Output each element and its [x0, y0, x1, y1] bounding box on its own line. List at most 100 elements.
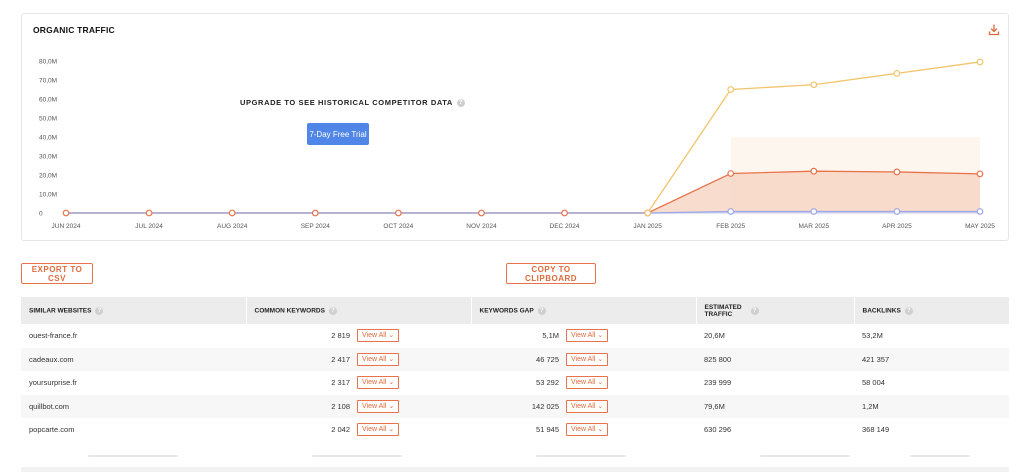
- scroll-indicator: [760, 455, 850, 457]
- view-all-label: View All: [362, 402, 387, 410]
- estimated-traffic-cell: 825 800: [696, 347, 854, 371]
- data-point: [311, 209, 319, 217]
- site-name[interactable]: ouest-france.fr: [21, 324, 246, 348]
- header-backlinks[interactable]: BACKLINKS?: [854, 297, 1010, 324]
- chevron-down-icon: ⌄: [597, 355, 604, 363]
- info-icon[interactable]: ?: [750, 306, 759, 315]
- backlinks-cell: 58 004: [862, 378, 885, 388]
- free-trial-button[interactable]: 7-Day Free Trial: [307, 123, 369, 145]
- table-row: yoursurprise.fr 2 317 View All ⌄ 53 292 View…: [21, 371, 1009, 395]
- header-label: SIMILAR WEBSITES: [29, 307, 92, 315]
- backlinks-cell: 368 149: [862, 425, 890, 435]
- y-tick-label: 20,0M: [39, 173, 57, 180]
- x-tick-label: OCT 2024: [383, 223, 413, 230]
- export-csv-button[interactable]: EXPORT TO CSV: [21, 263, 93, 284]
- info-icon[interactable]: ?: [456, 99, 465, 108]
- site-name[interactable]: yoursurprise.fr: [21, 371, 246, 395]
- view-all-gap-button[interactable]: View All ⌄: [566, 423, 609, 437]
- y-tick-label: 70,0M: [39, 78, 57, 85]
- header-keywords-gap[interactable]: KEYWORDS GAP?: [471, 297, 697, 324]
- data-point: [810, 81, 818, 89]
- chevron-down-icon: ⌄: [388, 379, 395, 387]
- info-icon[interactable]: ?: [95, 306, 104, 315]
- data-point: [893, 168, 901, 176]
- backlinks-cell: 421 357: [854, 347, 1009, 371]
- header-common-keywords[interactable]: COMMON KEYWORDS?: [246, 297, 472, 324]
- chart-title: ORGANIC TRAFFIC: [33, 25, 115, 35]
- x-tick-label: JUN 2024: [52, 223, 81, 230]
- data-point: [976, 170, 984, 178]
- x-tick-label: FEB 2025: [716, 223, 745, 230]
- common-keywords-cell: 2 417 View All ⌄: [246, 347, 471, 371]
- data-point: [228, 209, 236, 217]
- common-keywords-value: 2 819: [331, 331, 350, 341]
- data-point: [644, 209, 652, 217]
- header-similar-websites[interactable]: SIMILAR WEBSITES?: [21, 297, 247, 324]
- backlinks-cell: 53,2M: [862, 331, 883, 341]
- info-icon[interactable]: ?: [537, 306, 546, 315]
- header-label: ESTIMATED TRAFFIC: [704, 303, 742, 318]
- upgrade-notice: UPGRADE TO SEE HISTORICAL COMPETITOR DAT…: [240, 98, 465, 108]
- chevron-down-icon: ⌄: [597, 402, 604, 410]
- view-all-label: View All: [571, 355, 596, 363]
- y-tick-label: 80,0M: [39, 59, 57, 66]
- organic-traffic-card: 0 10,0M 20,0M 30,0M 40,0M 50,0M 60,0M 70,0M 80,0…: [21, 13, 1009, 241]
- keywords-gap-cell: 142 025 View All ⌄: [471, 394, 696, 418]
- copy-clipboard-button[interactable]: COPY TO CLIPBOARD: [506, 263, 596, 284]
- view-all-common-button[interactable]: View All ⌄: [357, 399, 400, 413]
- site-name[interactable]: quillbot.com: [21, 394, 246, 418]
- table-header-row: SIMILAR WEBSITES? COMMON KEYWORDS? KEYWO…: [21, 297, 1010, 324]
- view-all-label: View All: [571, 379, 596, 387]
- common-keywords-cell: 2 108 View All ⌄: [246, 394, 471, 418]
- chevron-down-icon: ⌄: [388, 332, 395, 340]
- keywords-gap-cell: 5,1M View All ⌄: [471, 324, 696, 348]
- view-all-label: View All: [362, 355, 387, 363]
- download-icon[interactable]: [988, 24, 1000, 36]
- common-keywords-cell: 2 317 View All ⌄: [246, 371, 471, 395]
- site-name[interactable]: popcarte.com: [21, 418, 246, 442]
- y-tick-label: 0: [39, 211, 43, 218]
- series-area: [647, 171, 980, 213]
- scroll-indicator: [88, 455, 178, 457]
- chevron-down-icon: ⌄: [388, 426, 395, 434]
- estimated-traffic-cell: 20,6M: [704, 331, 725, 341]
- view-all-common-button[interactable]: View All ⌄: [357, 329, 400, 343]
- keywords-gap-value: 51 945: [536, 425, 559, 435]
- view-all-gap-button[interactable]: View All ⌄: [566, 399, 609, 413]
- keywords-gap-cell: 46 725 View All ⌄: [471, 347, 696, 371]
- data-point: [727, 170, 735, 177]
- header-estimated-traffic[interactable]: ESTIMATED TRAFFIC?: [696, 297, 855, 324]
- chevron-down-icon: ⌄: [597, 332, 604, 340]
- upgrade-notice-text: UPGRADE TO SEE HISTORICAL COMPETITOR DAT…: [240, 98, 453, 107]
- common-keywords-cell: 2 042 View All ⌄: [246, 418, 471, 442]
- data-point: [893, 69, 901, 77]
- view-all-common-button[interactable]: View All ⌄: [357, 352, 400, 366]
- scroll-indicator: [312, 455, 402, 457]
- view-all-label: View All: [362, 426, 387, 434]
- data-point: [976, 58, 984, 66]
- x-tick-label: JUL 2024: [135, 223, 163, 230]
- data-point: [145, 209, 153, 217]
- x-tick-label: AUG 2024: [217, 223, 248, 230]
- table-row: cadeaux.com 2 417 View All ⌄ 46 725 View All…: [21, 347, 1009, 371]
- info-icon[interactable]: ?: [904, 306, 913, 315]
- view-all-gap-button[interactable]: View All ⌄: [566, 329, 609, 343]
- view-all-label: View All: [571, 402, 596, 410]
- site-name[interactable]: cadeaux.com: [21, 347, 246, 371]
- common-keywords-value: 2 042: [331, 425, 350, 435]
- data-point: [810, 167, 818, 175]
- chevron-down-icon: ⌄: [388, 402, 395, 410]
- keywords-gap-value: 53 292: [536, 378, 559, 388]
- info-icon[interactable]: ?: [328, 306, 337, 315]
- view-all-gap-button[interactable]: View All ⌄: [566, 352, 609, 366]
- view-all-gap-button[interactable]: View All ⌄: [566, 376, 609, 390]
- data-point: [727, 208, 735, 215]
- scroll-indicator: [910, 455, 970, 457]
- view-all-common-button[interactable]: View All ⌄: [357, 423, 400, 437]
- view-all-common-button[interactable]: View All ⌄: [357, 376, 400, 390]
- data-point: [976, 208, 984, 215]
- view-all-label: View All: [571, 426, 596, 434]
- view-all-label: View All: [362, 379, 387, 387]
- bottom-bar: [21, 467, 1009, 472]
- chevron-down-icon: ⌄: [388, 355, 395, 363]
